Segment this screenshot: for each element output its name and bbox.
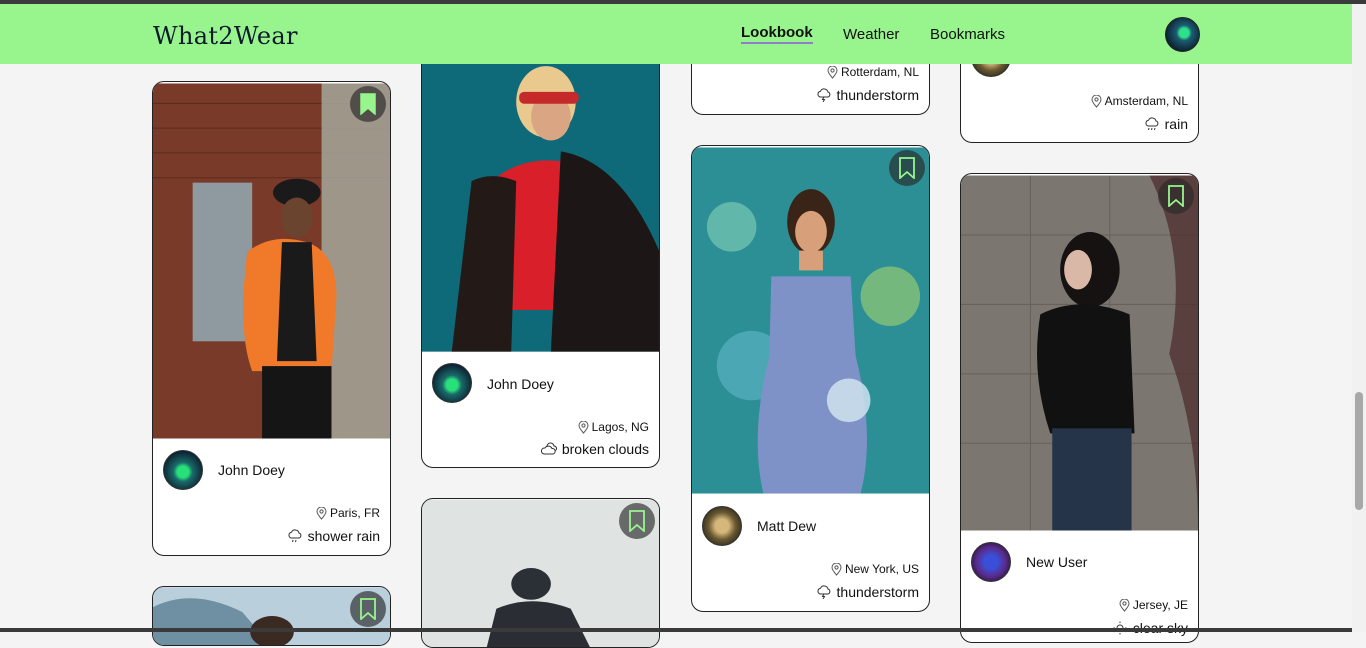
location-text: Amsterdam, NL xyxy=(1104,94,1188,108)
weather-text: thunderstorm xyxy=(836,584,919,600)
lookbook-card[interactable] xyxy=(152,586,391,646)
location-text: Rotterdam, NL xyxy=(840,65,919,79)
location: Lagos, NG xyxy=(578,420,649,434)
user-avatar[interactable] xyxy=(163,450,203,490)
bookmark-icon xyxy=(629,510,645,532)
lookbook-card[interactable]: New User Jersey, JE clear sky xyxy=(960,173,1199,643)
location-pin-icon xyxy=(316,506,327,520)
user-avatar[interactable] xyxy=(971,542,1011,582)
bookmark-button[interactable] xyxy=(889,150,925,186)
location-pin-icon xyxy=(1091,94,1102,108)
bookmark-button[interactable] xyxy=(350,591,386,627)
user-name[interactable]: New User xyxy=(1026,554,1087,570)
user-avatar[interactable] xyxy=(432,363,472,403)
user-name[interactable]: Matt Dew xyxy=(757,518,816,534)
location-text: Jersey, JE xyxy=(1132,598,1188,612)
bookmark-button[interactable] xyxy=(1158,178,1194,214)
location-pin-icon xyxy=(1119,598,1130,612)
location: Amsterdam, NL xyxy=(1091,94,1188,108)
page-scrollbar[interactable] xyxy=(1352,4,1366,632)
rain-icon xyxy=(1145,117,1159,131)
bookmark-button[interactable] xyxy=(350,86,386,122)
weather: shower rain xyxy=(287,528,380,544)
location: Paris, FR xyxy=(316,506,380,520)
bookmark-button[interactable] xyxy=(619,503,655,539)
location: Jersey, JE xyxy=(1119,598,1188,612)
outfit-photo xyxy=(961,175,1198,531)
weather: thunderstorm xyxy=(816,584,919,600)
nav-lookbook[interactable]: Lookbook xyxy=(741,24,813,44)
bookmark-icon xyxy=(360,598,376,620)
location: Rotterdam, NL xyxy=(827,65,919,79)
weather-text: thunderstorm xyxy=(836,87,919,103)
thunderstorm-icon xyxy=(817,88,830,102)
bookmark-icon xyxy=(899,157,915,179)
profile-avatar[interactable] xyxy=(1165,17,1200,52)
brand-logo[interactable]: What2Wear xyxy=(153,22,298,50)
location-text: Lagos, NG xyxy=(591,420,649,434)
lookbook-card[interactable] xyxy=(421,498,660,648)
bookmark-icon xyxy=(360,93,376,115)
weather-text: rain xyxy=(1164,116,1188,132)
weather-text: shower rain xyxy=(307,528,380,544)
navbar: What2Wear Lookbook Weather Bookmarks xyxy=(0,4,1352,64)
nav-bookmarks[interactable]: Bookmarks xyxy=(930,26,1005,43)
nav-weather[interactable]: Weather xyxy=(843,26,899,43)
broken-clouds-icon xyxy=(540,442,557,455)
weather-text: broken clouds xyxy=(561,441,649,457)
shower-rain-icon xyxy=(288,529,301,543)
user-name[interactable]: John Doey xyxy=(487,376,554,392)
weather: thunderstorm xyxy=(816,87,919,103)
location-pin-icon xyxy=(831,562,842,576)
lookbook-card[interactable]: John Doey Lagos, NG broken clouds xyxy=(421,30,660,468)
window-bottom-border xyxy=(0,628,1352,632)
location: New York, US xyxy=(831,562,919,576)
outfit-photo xyxy=(422,32,659,352)
bookmark-icon xyxy=(1168,185,1184,207)
location-text: Paris, FR xyxy=(329,506,380,520)
user-name[interactable]: John Doey xyxy=(218,462,285,478)
location-pin-icon xyxy=(578,420,589,434)
thunderstorm-icon xyxy=(817,585,830,599)
weather: rain xyxy=(1144,116,1188,132)
lookbook-card[interactable]: Matt Dew New York, US thunderstorm xyxy=(691,145,930,612)
user-avatar[interactable] xyxy=(702,506,742,546)
scrollbar-thumb[interactable] xyxy=(1355,392,1363,510)
outfit-photo xyxy=(692,147,929,494)
weather: broken clouds xyxy=(540,441,649,457)
location-pin-icon xyxy=(827,65,838,79)
location-text: New York, US xyxy=(844,562,919,576)
outfit-photo xyxy=(153,83,390,439)
lookbook-card[interactable]: John Doey Paris, FR shower rain xyxy=(152,81,391,556)
